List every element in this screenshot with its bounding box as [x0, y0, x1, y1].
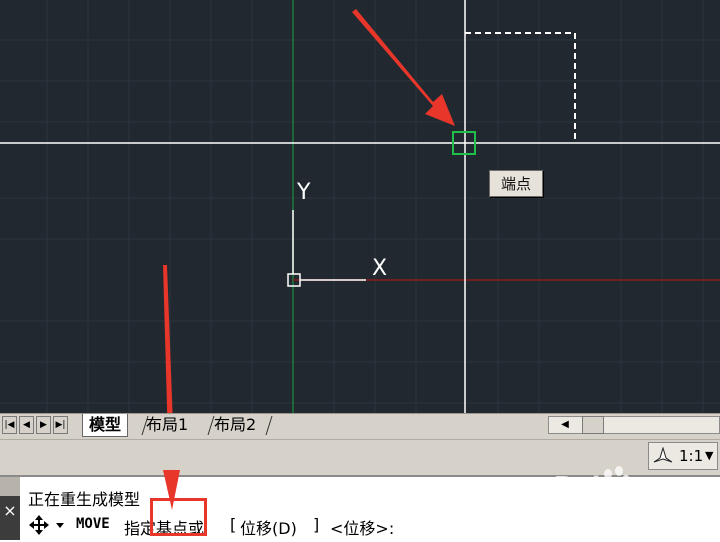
- command-panel-grip[interactable]: [0, 477, 20, 496]
- annotation-arrow-bottom: [163, 265, 173, 413]
- option-bracket-close: ]: [313, 515, 320, 534]
- watermark-url: jingyan.baidu.com: [552, 506, 654, 519]
- watermark-brand: Bai: [552, 472, 599, 502]
- scroll-left-arrow-icon[interactable]: ◀: [556, 416, 574, 434]
- osnap-tooltip: 端点: [489, 170, 543, 197]
- scrollbar-thumb[interactable]: [582, 416, 604, 434]
- command-name: MOVE: [76, 516, 110, 532]
- tab-nav-first-button[interactable]: |◀: [2, 416, 17, 434]
- move-command-icon: [29, 515, 64, 535]
- drawing-canvas[interactable]: Y X 端点: [0, 0, 720, 413]
- canvas-svg: [0, 0, 720, 413]
- watermark-brand-suffix: 经验: [634, 480, 674, 504]
- tab-nav-last-button[interactable]: ▶|: [53, 416, 68, 434]
- tab-model[interactable]: 模型: [82, 414, 129, 437]
- ucs-icon: [287, 210, 366, 287]
- ucs-x-label: X: [372, 256, 388, 281]
- tab-nav-prev-button[interactable]: ◀: [19, 416, 34, 434]
- tab-nav-next-button[interactable]: ▶: [36, 416, 51, 434]
- close-icon[interactable]: ×: [0, 496, 20, 540]
- grid: [0, 0, 720, 413]
- paw-logo-icon: [600, 466, 630, 497]
- tab-separators: [141, 415, 273, 436]
- annotation-arrow-top: [352, 9, 455, 126]
- command-default-value: <位移>:: [330, 519, 395, 538]
- command-option-displacement[interactable]: 位移(D): [240, 515, 297, 539]
- ucs-y-label: Y: [297, 180, 311, 205]
- baidu-watermark: Bai 经验 jingyan.baidu.com: [552, 462, 720, 522]
- option-bracket-open: [: [230, 515, 237, 534]
- command-history-line: 正在重生成模型: [28, 490, 141, 509]
- selected-object-dashed[interactable]: [465, 32, 576, 143]
- annotation-arrow-bottom-tip: [163, 470, 180, 510]
